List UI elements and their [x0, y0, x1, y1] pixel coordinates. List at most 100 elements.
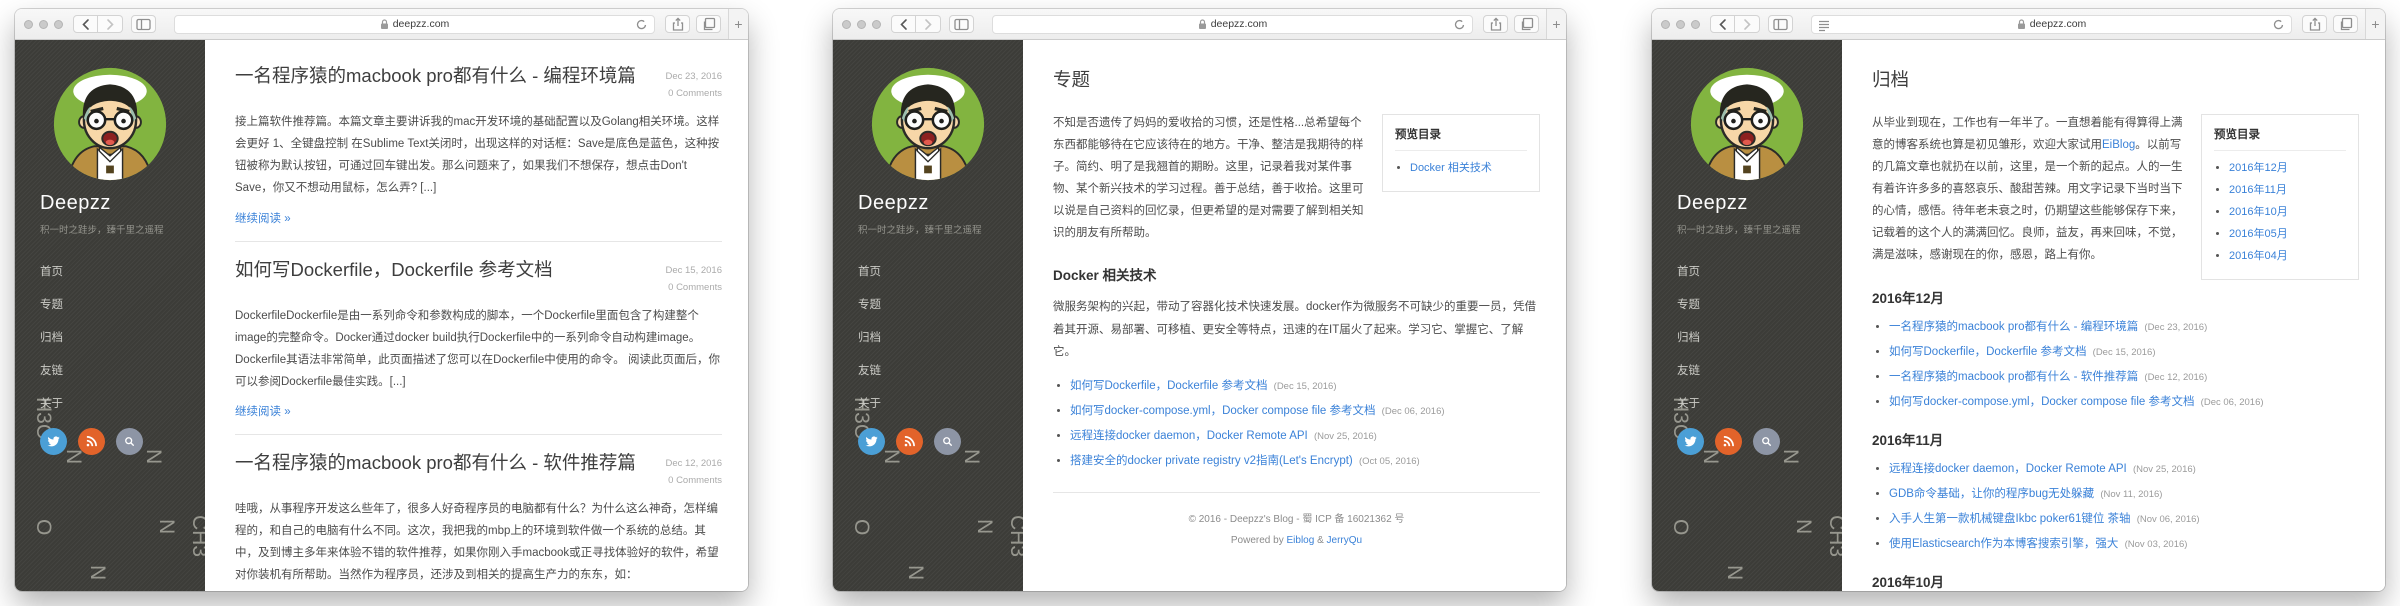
avatar[interactable] [870, 66, 986, 182]
read-more-link[interactable]: 继续阅读 » [235, 213, 291, 225]
zoom-button[interactable] [872, 20, 881, 29]
article-comments[interactable]: 0 Comments [665, 472, 722, 489]
social-icons [40, 428, 205, 455]
article-title[interactable]: 一名程序猿的macbook pro都有什么 - 软件推荐篇 [235, 451, 636, 476]
nav-item-home[interactable]: 首页 [858, 263, 1023, 279]
eiblog-link[interactable]: Eiblog [1286, 535, 1314, 546]
article-comments[interactable]: 0 Comments [665, 85, 722, 102]
nav-item-home[interactable]: 首页 [40, 263, 205, 279]
post-link[interactable]: 如何写Dockerfile，Dockerfile 参考文档 [1889, 346, 2086, 358]
minimize-button[interactable] [857, 20, 866, 29]
nav-item-links[interactable]: 友链 [1677, 362, 1842, 378]
rss-icon[interactable] [1715, 428, 1742, 455]
sidebar-toggle-button[interactable] [131, 15, 156, 33]
post-link[interactable]: 如何写Dockerfile，Dockerfile 参考文档 [1070, 380, 1267, 392]
footer-separator: & [1314, 535, 1326, 546]
post-link[interactable]: 一名程序猿的macbook pro都有什么 - 编程环境篇 [1889, 321, 2138, 333]
sidebar-toggle-button[interactable] [949, 15, 974, 33]
minimize-button[interactable] [39, 20, 48, 29]
address-bar[interactable]: deepzz.com [992, 15, 1473, 34]
rss-icon[interactable] [896, 428, 923, 455]
new-tab-button[interactable]: + [2365, 9, 2385, 39]
address-bar[interactable]: deepzz.com [1811, 15, 2292, 34]
post-link[interactable]: GDB命令基础，让你的程序bug无处躲藏 [1889, 488, 2094, 500]
refresh-button[interactable] [1453, 18, 1466, 34]
post-item: 搭建安全的docker private registry v2指南(Let's … [1070, 452, 1540, 468]
nav-item-about[interactable]: 关于 [1677, 395, 1842, 411]
toc-link[interactable]: 2016年04月 [2229, 250, 2288, 262]
sidebar-toggle-button[interactable] [1768, 15, 1793, 33]
nav-item-archive[interactable]: 归档 [1677, 329, 1842, 345]
avatar[interactable] [52, 66, 168, 182]
forward-button[interactable] [1735, 15, 1760, 33]
eiblog-link[interactable]: EiBlog [2102, 139, 2135, 151]
nav-item-about[interactable]: 关于 [40, 395, 205, 411]
back-button[interactable] [73, 15, 98, 33]
twitter-icon[interactable] [1677, 428, 1704, 455]
traffic-lights [24, 20, 63, 29]
back-button[interactable] [1710, 15, 1735, 33]
toc-link[interactable]: Docker 相关技术 [1410, 162, 1492, 174]
nav-item-archive[interactable]: 归档 [40, 329, 205, 345]
nav-item-home[interactable]: 首页 [1677, 263, 1842, 279]
tab-overview-button[interactable] [696, 15, 721, 33]
close-button[interactable] [24, 20, 33, 29]
post-date: (Dec 12, 2016) [2144, 372, 2207, 383]
search-icon[interactable] [934, 428, 961, 455]
tab-overview-button[interactable] [2333, 15, 2358, 33]
share-button[interactable] [2302, 15, 2327, 33]
share-button[interactable] [1483, 15, 1508, 33]
nav-item-links[interactable]: 友链 [40, 362, 205, 378]
post-link[interactable]: 使用Elasticsearch作为本博客搜索引擎，强大 [1889, 538, 2118, 550]
nav-item-links[interactable]: 友链 [858, 362, 1023, 378]
post-link[interactable]: 远程连接docker daemon，Docker Remote API [1889, 463, 2127, 475]
post-date: (Nov 25, 2016) [2133, 464, 2196, 475]
new-tab-button[interactable]: + [728, 9, 748, 39]
zoom-button[interactable] [54, 20, 63, 29]
post-link[interactable]: 如何写docker-compose.yml，Docker compose fil… [1070, 405, 1375, 417]
post-link[interactable]: 如何写docker-compose.yml，Docker compose fil… [1889, 396, 2194, 408]
molecule-label: CH3 [188, 515, 205, 557]
post-link[interactable]: 搭建安全的docker private registry v2指南(Let's … [1070, 455, 1353, 467]
molecule-label: O [1669, 519, 1692, 535]
share-button[interactable] [665, 15, 690, 33]
zoom-button[interactable] [1691, 20, 1700, 29]
post-link[interactable]: 一名程序猿的macbook pro都有什么 - 软件推荐篇 [1889, 371, 2138, 383]
nav-item-topics[interactable]: 专题 [1677, 296, 1842, 312]
nav-item-topics[interactable]: 专题 [858, 296, 1023, 312]
article-title[interactable]: 如何写Dockerfile，Dockerfile 参考文档 [235, 258, 553, 283]
toc-link[interactable]: 2016年10月 [2229, 206, 2288, 218]
toc-box: 预览目录 2016年12月 2016年11月 2016年10月 2016年05月… [2201, 114, 2359, 280]
nav-item-archive[interactable]: 归档 [858, 329, 1023, 345]
twitter-icon[interactable] [40, 428, 67, 455]
toc-title: 预览目录 [1395, 126, 1527, 151]
forward-button[interactable] [98, 15, 123, 33]
address-bar[interactable]: deepzz.com [174, 15, 655, 34]
nav-item-topics[interactable]: 专题 [40, 296, 205, 312]
search-icon[interactable] [116, 428, 143, 455]
close-button[interactable] [1661, 20, 1670, 29]
refresh-button[interactable] [635, 18, 648, 34]
toc-link[interactable]: 2016年11月 [2229, 184, 2287, 196]
avatar[interactable] [1689, 66, 1805, 182]
article-comments[interactable]: 0 Comments [665, 279, 722, 296]
new-tab-button[interactable]: + [1546, 9, 1566, 39]
rss-icon[interactable] [78, 428, 105, 455]
minimize-button[interactable] [1676, 20, 1685, 29]
back-button[interactable] [891, 15, 916, 33]
toc-link[interactable]: 2016年05月 [2229, 228, 2288, 240]
tab-overview-button[interactable] [1514, 15, 1539, 33]
forward-button[interactable] [916, 15, 941, 33]
nav-item-about[interactable]: 关于 [858, 395, 1023, 411]
refresh-button[interactable] [2272, 18, 2285, 34]
article-title[interactable]: 一名程序猿的macbook pro都有什么 - 编程环境篇 [235, 64, 636, 89]
twitter-icon[interactable] [858, 428, 885, 455]
post-link[interactable]: 入手人生第一款机械键盘Ikbc poker61键位 茶轴 [1889, 513, 2131, 525]
read-more-link[interactable]: 继续阅读 » [235, 406, 291, 418]
jerryqu-link[interactable]: JerryQu [1327, 535, 1363, 546]
search-icon[interactable] [1753, 428, 1780, 455]
close-button[interactable] [842, 20, 851, 29]
post-link[interactable]: 远程连接docker daemon，Docker Remote API [1070, 430, 1308, 442]
toc-link[interactable]: 2016年12月 [2229, 162, 2288, 174]
reader-mode-icon[interactable] [1818, 19, 1830, 36]
